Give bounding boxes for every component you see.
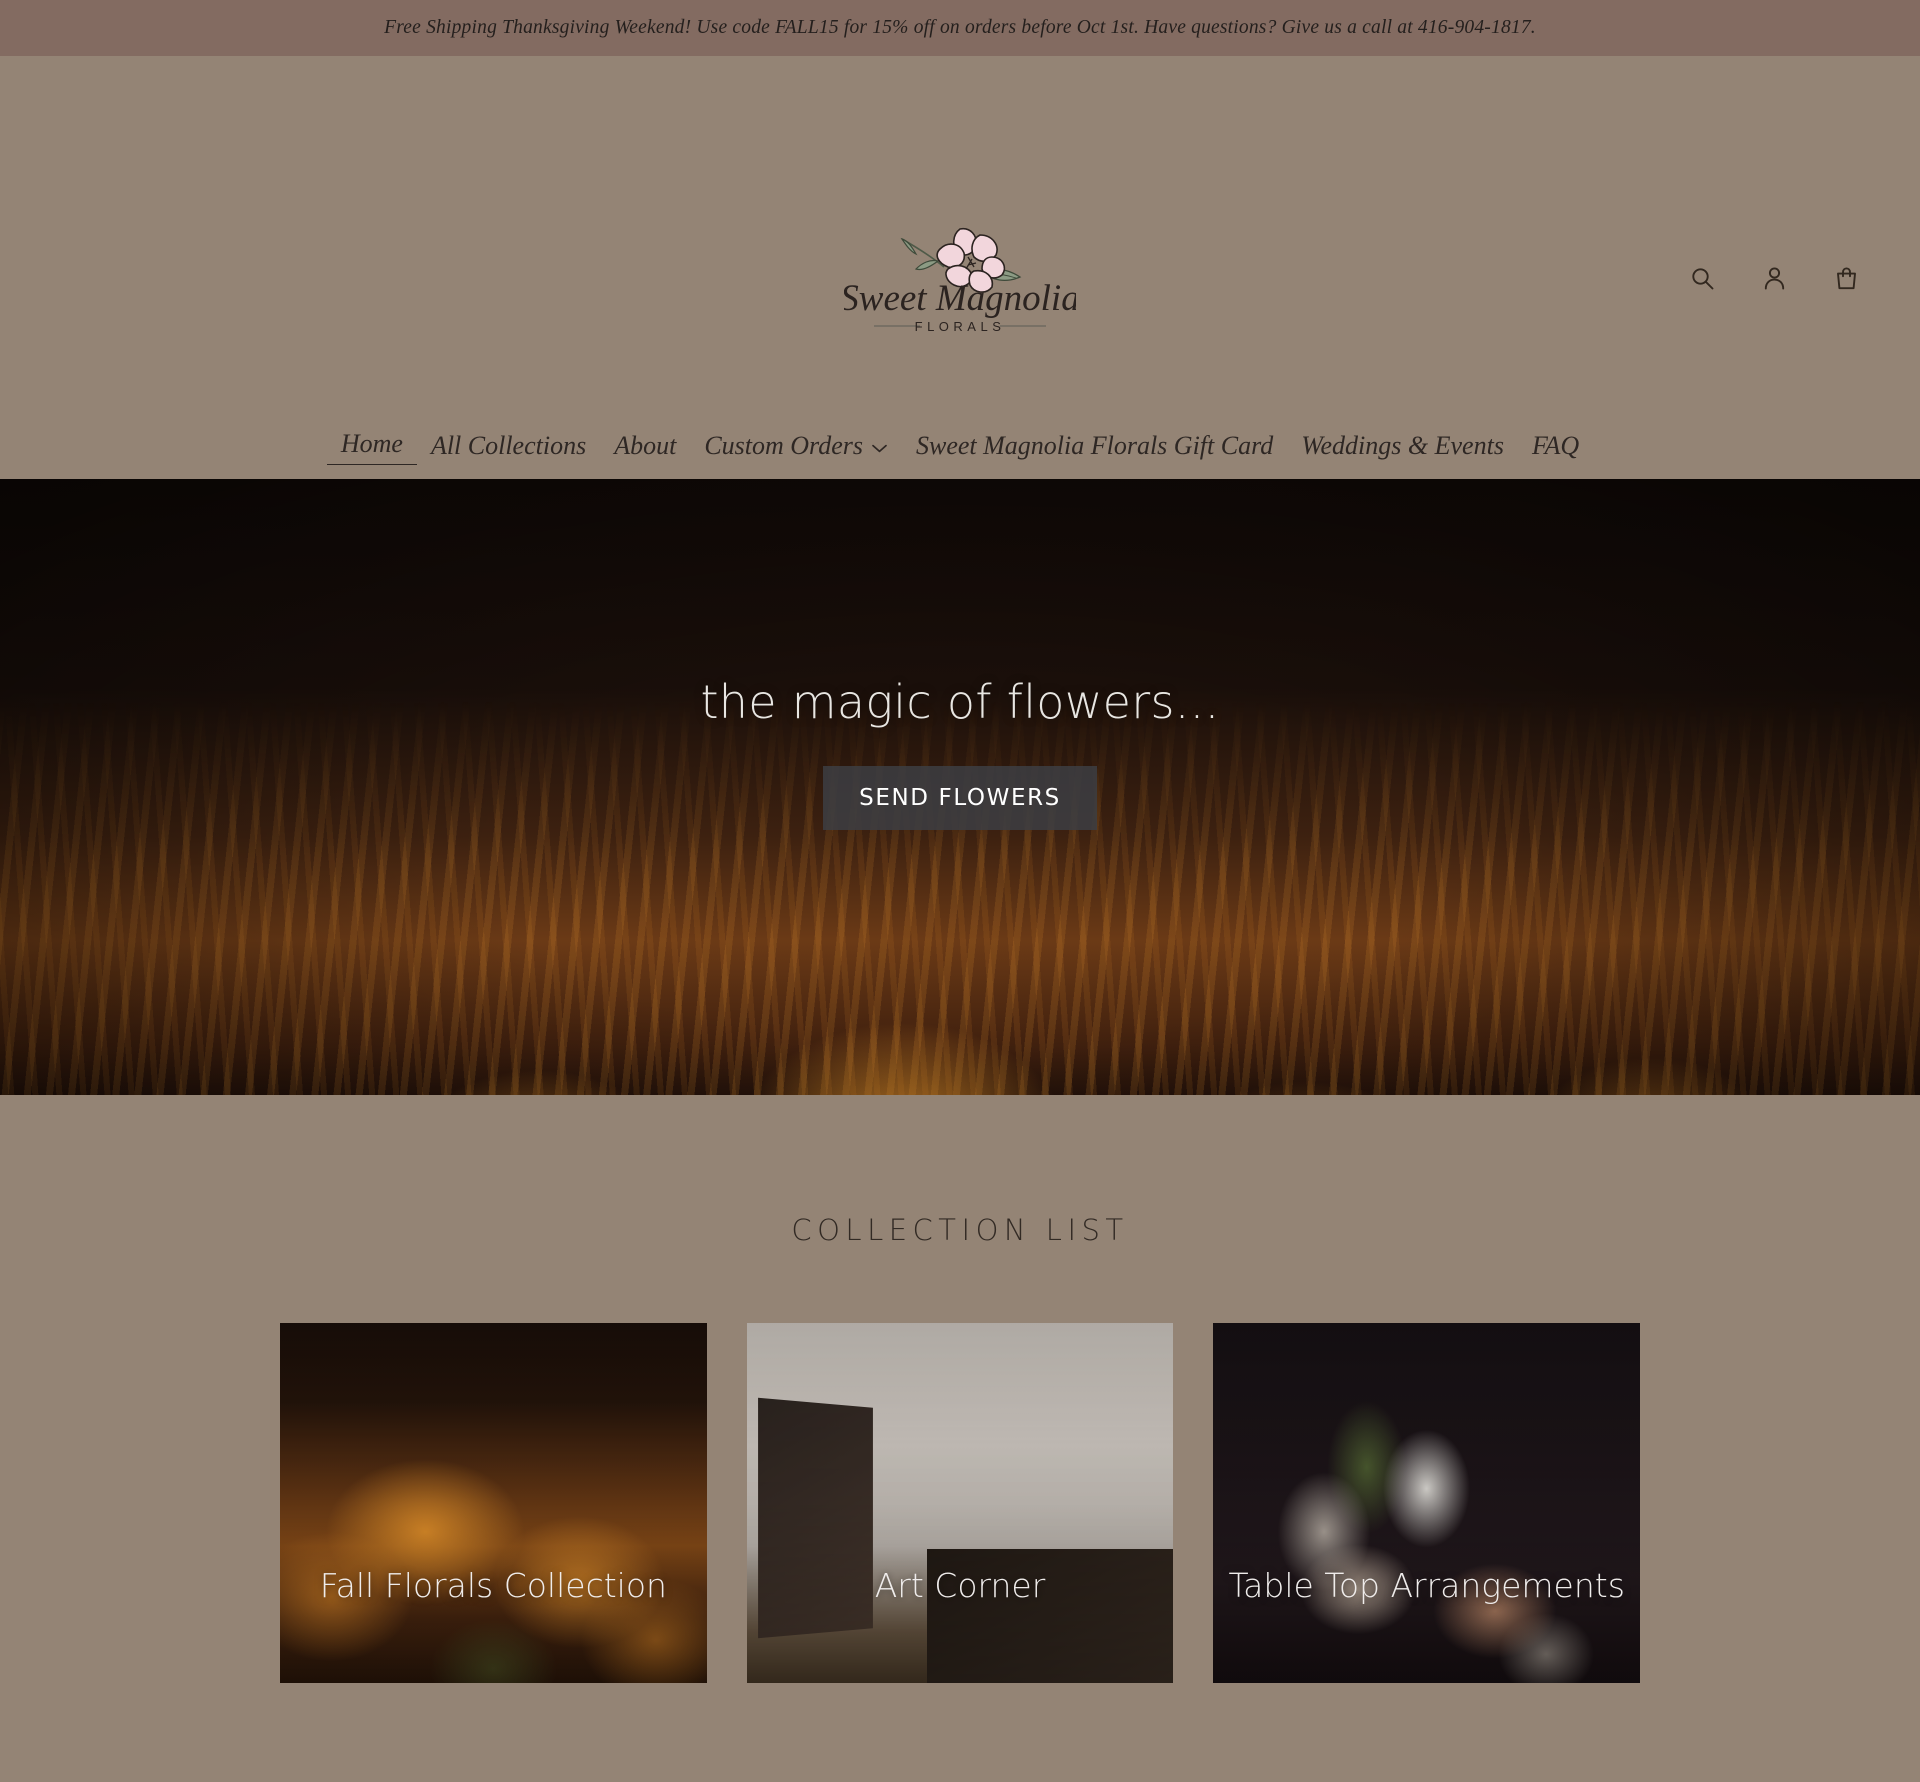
account-icon[interactable]: [1752, 256, 1796, 300]
collection-card-label: Table Top Arrangements: [1228, 1566, 1625, 1605]
collection-list-title: COLLECTION LIST: [791, 1213, 1129, 1247]
svg-text:FLORALS: FLORALS: [915, 319, 1006, 333]
collection-card-fall-florals[interactable]: Fall Florals Collection: [280, 1323, 707, 1683]
announcement-text: Free Shipping Thanksgiving Weekend! Use …: [384, 17, 1536, 38]
logo-graphic: Sweet Magnolia FLORALS: [844, 227, 1076, 333]
collection-card-overlay: [746, 1323, 1174, 1683]
collection-card-label: Art Corner: [874, 1566, 1046, 1605]
nav-item-label: About: [614, 431, 677, 460]
announcement-bar: Free Shipping Thanksgiving Weekend! Use …: [0, 0, 1920, 56]
nav-item-all-collections[interactable]: All Collections: [417, 428, 600, 463]
send-flowers-button[interactable]: SEND FLOWERS: [823, 766, 1097, 830]
hero-content: the magic of flowers... SEND FLOWERS: [0, 675, 1920, 830]
main-navigation: Home All Collections About Custom Orders…: [0, 426, 1920, 466]
chevron-down-icon: [871, 428, 888, 463]
nav-item-custom-orders[interactable]: Custom Orders: [690, 428, 902, 463]
nav-item-faq[interactable]: FAQ: [1518, 428, 1593, 463]
nav-item-label: Weddings & Events: [1301, 431, 1504, 460]
collection-card-grid: Fall Florals Collection Art Corner Table…: [280, 1323, 1641, 1683]
collection-card-overlay: [1213, 1323, 1641, 1683]
nav-item-gift-card[interactable]: Sweet Magnolia Florals Gift Card: [902, 428, 1287, 463]
nav-item-label: Sweet Magnolia Florals Gift Card: [915, 431, 1274, 460]
search-icon[interactable]: [1680, 256, 1724, 300]
nav-item-home[interactable]: Home: [326, 426, 417, 466]
hero-heading: the magic of flowers...: [700, 675, 1220, 729]
nav-item-label: Home: [340, 429, 403, 458]
cart-icon[interactable]: [1824, 256, 1868, 300]
collection-card-label: Fall Florals Collection: [319, 1566, 667, 1605]
collection-list-section: COLLECTION LIST Fall Florals Collection …: [0, 1095, 1920, 1683]
nav-item-label: All Collections: [430, 431, 587, 460]
hero-banner: the magic of flowers... SEND FLOWERS: [0, 479, 1920, 1095]
nav-item-about[interactable]: About: [600, 428, 690, 463]
collection-card-overlay: [280, 1323, 707, 1683]
header-icon-group: [1680, 256, 1868, 300]
collection-card-art-corner[interactable]: Art Corner: [746, 1323, 1174, 1683]
svg-text:Sweet Magnolia: Sweet Magnolia: [844, 278, 1076, 319]
nav-item-label: Custom Orders: [704, 431, 863, 460]
site-header: Sweet Magnolia FLORALS Home All Collecti…: [0, 56, 1920, 479]
collection-card-table-top-arrangements[interactable]: Table Top Arrangements: [1213, 1323, 1641, 1683]
nav-item-weddings-events[interactable]: Weddings & Events: [1287, 428, 1518, 463]
site-logo[interactable]: Sweet Magnolia FLORALS: [840, 206, 1080, 336]
nav-item-label: FAQ: [1531, 431, 1580, 460]
